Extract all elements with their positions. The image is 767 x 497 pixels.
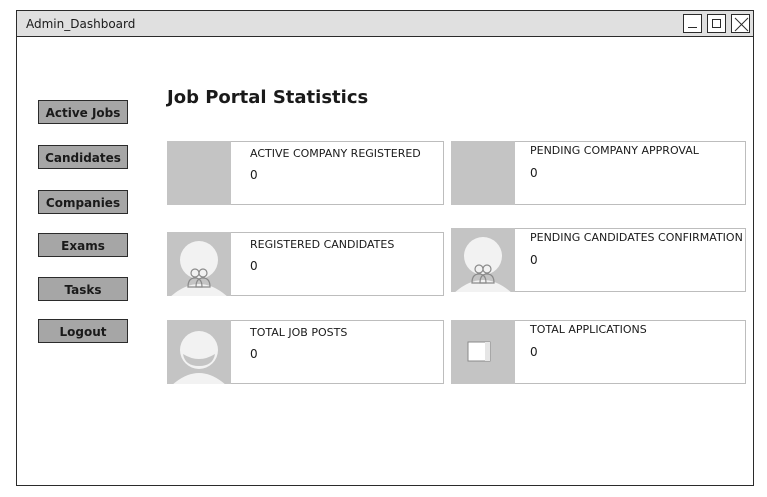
stat-label: TOTAL JOB POSTS (250, 326, 348, 339)
user-group-icon (167, 232, 231, 296)
stat-card-total-job-posts: TOTAL JOB POSTS 0 (167, 320, 444, 384)
close-icon (734, 17, 749, 32)
user-group-icon (451, 228, 515, 292)
document-icon (451, 320, 515, 384)
sidebar-item-companies[interactable]: Companies (38, 190, 128, 214)
admin-dashboard-window: Admin_Dashboard Active Jobs Candidates C… (16, 10, 754, 486)
stat-label: TOTAL APPLICATIONS (530, 323, 647, 336)
stat-card-total-applications: TOTAL APPLICATIONS 0 (451, 320, 746, 384)
stat-value: 0 (530, 253, 538, 267)
stat-card-active-company: ACTIVE COMPANY REGISTERED 0 (167, 141, 444, 205)
window-title: Admin_Dashboard (26, 17, 136, 31)
stat-card-registered-candidates: REGISTERED CANDIDATES 0 (167, 232, 444, 296)
maximize-icon (712, 19, 721, 28)
stat-value: 0 (250, 259, 258, 273)
placeholder-image-icon (167, 141, 231, 205)
placeholder-image-icon (451, 141, 515, 205)
minimize-button[interactable] (683, 14, 702, 33)
sidebar-item-logout[interactable]: Logout (38, 319, 128, 343)
stat-value: 0 (250, 347, 258, 361)
stat-label: PENDING CANDIDATES CONFIRMATION (530, 231, 743, 244)
stat-value: 0 (530, 345, 538, 359)
sidebar-item-candidates[interactable]: Candidates (38, 145, 128, 169)
stat-card-pending-candidates: PENDING CANDIDATES CONFIRMATION 0 (451, 228, 746, 292)
title-bar: Admin_Dashboard (17, 11, 753, 37)
sidebar-item-exams[interactable]: Exams (38, 233, 128, 257)
stat-label: PENDING COMPANY APPROVAL (530, 144, 699, 157)
page-title: Job Portal Statistics (167, 87, 369, 108)
minimize-icon (688, 27, 697, 28)
stat-label: ACTIVE COMPANY REGISTERED (250, 147, 421, 160)
stat-label: REGISTERED CANDIDATES (250, 238, 395, 251)
stat-card-pending-company: PENDING COMPANY APPROVAL 0 (451, 141, 746, 205)
stat-value: 0 (530, 166, 538, 180)
stat-value: 0 (250, 168, 258, 182)
sidebar-item-active-jobs[interactable]: Active Jobs (38, 100, 128, 124)
user-avatar-icon (167, 320, 231, 384)
close-button[interactable] (731, 14, 750, 33)
maximize-button[interactable] (707, 14, 726, 33)
sidebar-item-tasks[interactable]: Tasks (38, 277, 128, 301)
